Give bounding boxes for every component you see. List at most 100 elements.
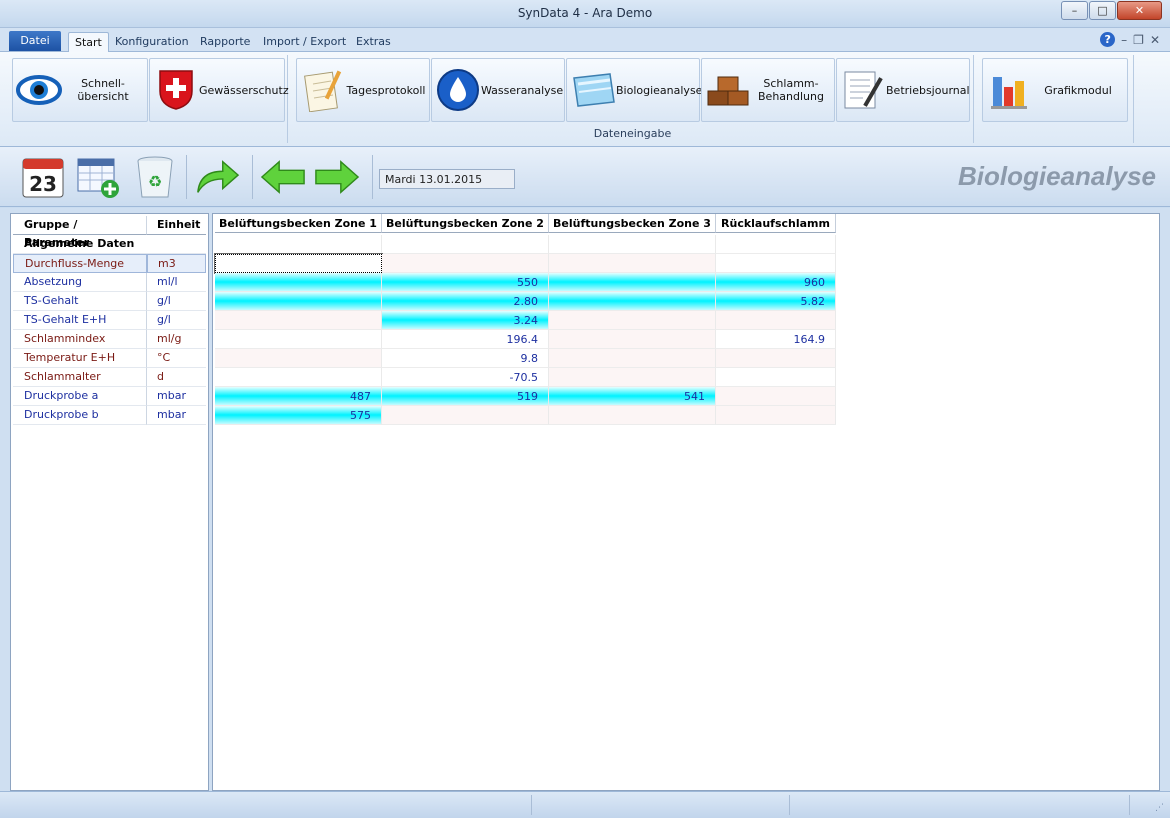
grid-column-header[interactable]: Belüftungsbecken Zone 2 <box>382 214 549 233</box>
grid-cell[interactable] <box>215 330 382 349</box>
next-day-arrow-icon[interactable] <box>314 154 360 200</box>
parameter-unit: d <box>147 368 206 387</box>
calendar-icon[interactable]: 23 <box>20 154 66 200</box>
parameter-unit: g/l <box>147 311 206 330</box>
parameter-row[interactable]: Durchfluss-Menge m3 <box>13 254 206 273</box>
parameter-unit: ml/l <box>147 273 206 292</box>
grid-column-header[interactable]: Belüftungsbecken Zone 3 <box>549 214 716 233</box>
grid-spacer-cell <box>215 235 382 254</box>
parameter-row[interactable]: Temperatur E+H °C <box>13 349 206 368</box>
tab-start[interactable]: Start <box>68 32 109 52</box>
grid-cell[interactable] <box>549 406 716 425</box>
grid-cell[interactable]: 3.24 <box>382 311 549 330</box>
grid-cell[interactable]: 2.80 <box>382 292 549 311</box>
help-icon[interactable]: ? <box>1100 32 1116 47</box>
maximize-button[interactable]: □ <box>1089 1 1116 20</box>
parameter-row[interactable]: Absetzung ml/l <box>13 273 206 292</box>
grid-cell[interactable] <box>549 292 716 311</box>
previous-day-arrow-icon[interactable] <box>260 154 306 200</box>
data-grid-panel: Belüftungsbecken Zone 1 Belüftungsbecken … <box>212 213 1160 791</box>
ribbon-group-data-entry: Tagesprotokoll Wasseranalyse Biologieana… <box>292 55 974 143</box>
grid-cell[interactable] <box>716 387 836 406</box>
ribbon-restore-icon[interactable]: ❐ <box>1133 33 1144 47</box>
grid-cell[interactable] <box>382 406 549 425</box>
grid-cell[interactable]: 9.8 <box>382 349 549 368</box>
grid-cell[interactable] <box>214 253 383 274</box>
operations-journal-button[interactable]: Betriebsjournal <box>836 58 970 122</box>
grid-cell[interactable]: 519 <box>382 387 549 406</box>
quick-overview-button[interactable]: Schnell- übersicht <box>12 58 148 122</box>
parameter-row[interactable]: Schlammalter d <box>13 368 206 387</box>
grid-cell[interactable] <box>549 330 716 349</box>
parameter-row[interactable]: TS-Gehalt g/l <box>13 292 206 311</box>
grid-cell[interactable] <box>382 254 549 273</box>
grid-cell[interactable]: 541 <box>549 387 716 406</box>
ribbon: Schnell- übersicht Gewässerschutz Tagesp… <box>0 52 1170 147</box>
parameter-name: Schlammalter <box>13 368 147 387</box>
grid-cell[interactable] <box>215 368 382 387</box>
parameter-row[interactable]: Druckprobe b mbar <box>13 406 206 425</box>
chart-module-button[interactable]: Grafikmodul <box>982 58 1128 122</box>
parameter-unit: mbar <box>147 387 206 406</box>
redo-arrow-icon[interactable] <box>194 154 240 200</box>
grid-cell[interactable] <box>716 311 836 330</box>
tab-extras[interactable]: Extras <box>350 32 397 52</box>
grid-cell[interactable] <box>716 406 836 425</box>
grid-cell[interactable] <box>716 254 836 273</box>
grid-cell[interactable] <box>716 349 836 368</box>
grid-cell[interactable]: 575 <box>215 406 382 425</box>
tab-datei[interactable]: Datei <box>9 31 61 51</box>
grid-cell[interactable] <box>549 311 716 330</box>
ribbon-minimize-icon[interactable]: – <box>1121 33 1127 47</box>
svg-text:23: 23 <box>29 172 57 196</box>
grid-cell[interactable] <box>549 368 716 387</box>
grid-cell[interactable]: 487 <box>215 387 382 406</box>
grid-cell[interactable]: -70.5 <box>382 368 549 387</box>
parameter-group: Allgemeine Daten <box>13 235 206 254</box>
parameter-name: Druckprobe b <box>13 406 147 425</box>
grid-column-header[interactable]: Rücklaufschlamm <box>716 214 836 233</box>
grid-cell[interactable]: 960 <box>716 273 836 292</box>
grid-cell[interactable] <box>549 349 716 368</box>
resize-grip-icon[interactable]: ⋰ <box>1155 803 1164 813</box>
svg-text:♻: ♻ <box>148 172 162 191</box>
sludge-treatment-button[interactable]: Schlamm- Behandlung <box>701 58 835 122</box>
column-header-parameter[interactable]: Gruppe / Parameter <box>13 216 147 249</box>
parameter-row[interactable]: Schlammindex ml/g <box>13 330 206 349</box>
notepad-icon <box>300 67 346 113</box>
grid-column-header[interactable]: Belüftungsbecken Zone 1 <box>215 214 382 233</box>
parameter-row[interactable]: Druckprobe a mbar <box>13 387 206 406</box>
tab-konfiguration[interactable]: Konfiguration <box>109 32 195 52</box>
parameter-list: Gruppe / Parameter Einheit Allgemeine Da… <box>10 213 209 791</box>
parameter-unit: mbar <box>147 406 206 425</box>
grid-cell[interactable]: 550 <box>382 273 549 292</box>
title-bar: SynData 4 - Ara Demo – □ ✕ <box>0 0 1170 28</box>
grid-cell[interactable] <box>549 254 716 273</box>
grid-cell[interactable] <box>215 273 382 292</box>
tab-rapporte[interactable]: Rapporte <box>194 32 256 52</box>
grid-cell[interactable]: 164.9 <box>716 330 836 349</box>
column-header-unit[interactable]: Einheit <box>147 216 206 235</box>
add-calendar-icon[interactable] <box>76 154 122 200</box>
water-protection-button[interactable]: Gewässerschutz <box>149 58 289 122</box>
water-analysis-button[interactable]: Wasseranalyse <box>431 58 565 122</box>
parameter-row[interactable]: TS-Gehalt E+H g/l <box>13 311 206 330</box>
ribbon-close-icon[interactable]: ✕ <box>1150 33 1160 47</box>
tab-import-export[interactable]: Import / Export <box>257 32 352 52</box>
journal-pen-icon <box>840 67 886 113</box>
grid-cell[interactable] <box>215 349 382 368</box>
recycle-bin-icon[interactable]: ♻ <box>132 154 178 200</box>
date-field[interactable]: Mardi 13.01.2015 <box>379 169 515 189</box>
sludge-bricks-icon <box>705 67 751 113</box>
eye-icon <box>16 67 62 113</box>
grid-cell[interactable] <box>549 273 716 292</box>
grid-cell[interactable] <box>716 368 836 387</box>
grid-cell[interactable] <box>215 311 382 330</box>
close-button[interactable]: ✕ <box>1117 1 1162 20</box>
grid-cell[interactable]: 196.4 <box>382 330 549 349</box>
grid-cell[interactable]: 5.82 <box>716 292 836 311</box>
biology-analysis-button[interactable]: Biologieanalyse <box>566 58 702 122</box>
minimize-button[interactable]: – <box>1061 1 1088 20</box>
grid-cell[interactable] <box>215 292 382 311</box>
daily-log-button[interactable]: Tagesprotokoll <box>296 58 430 122</box>
